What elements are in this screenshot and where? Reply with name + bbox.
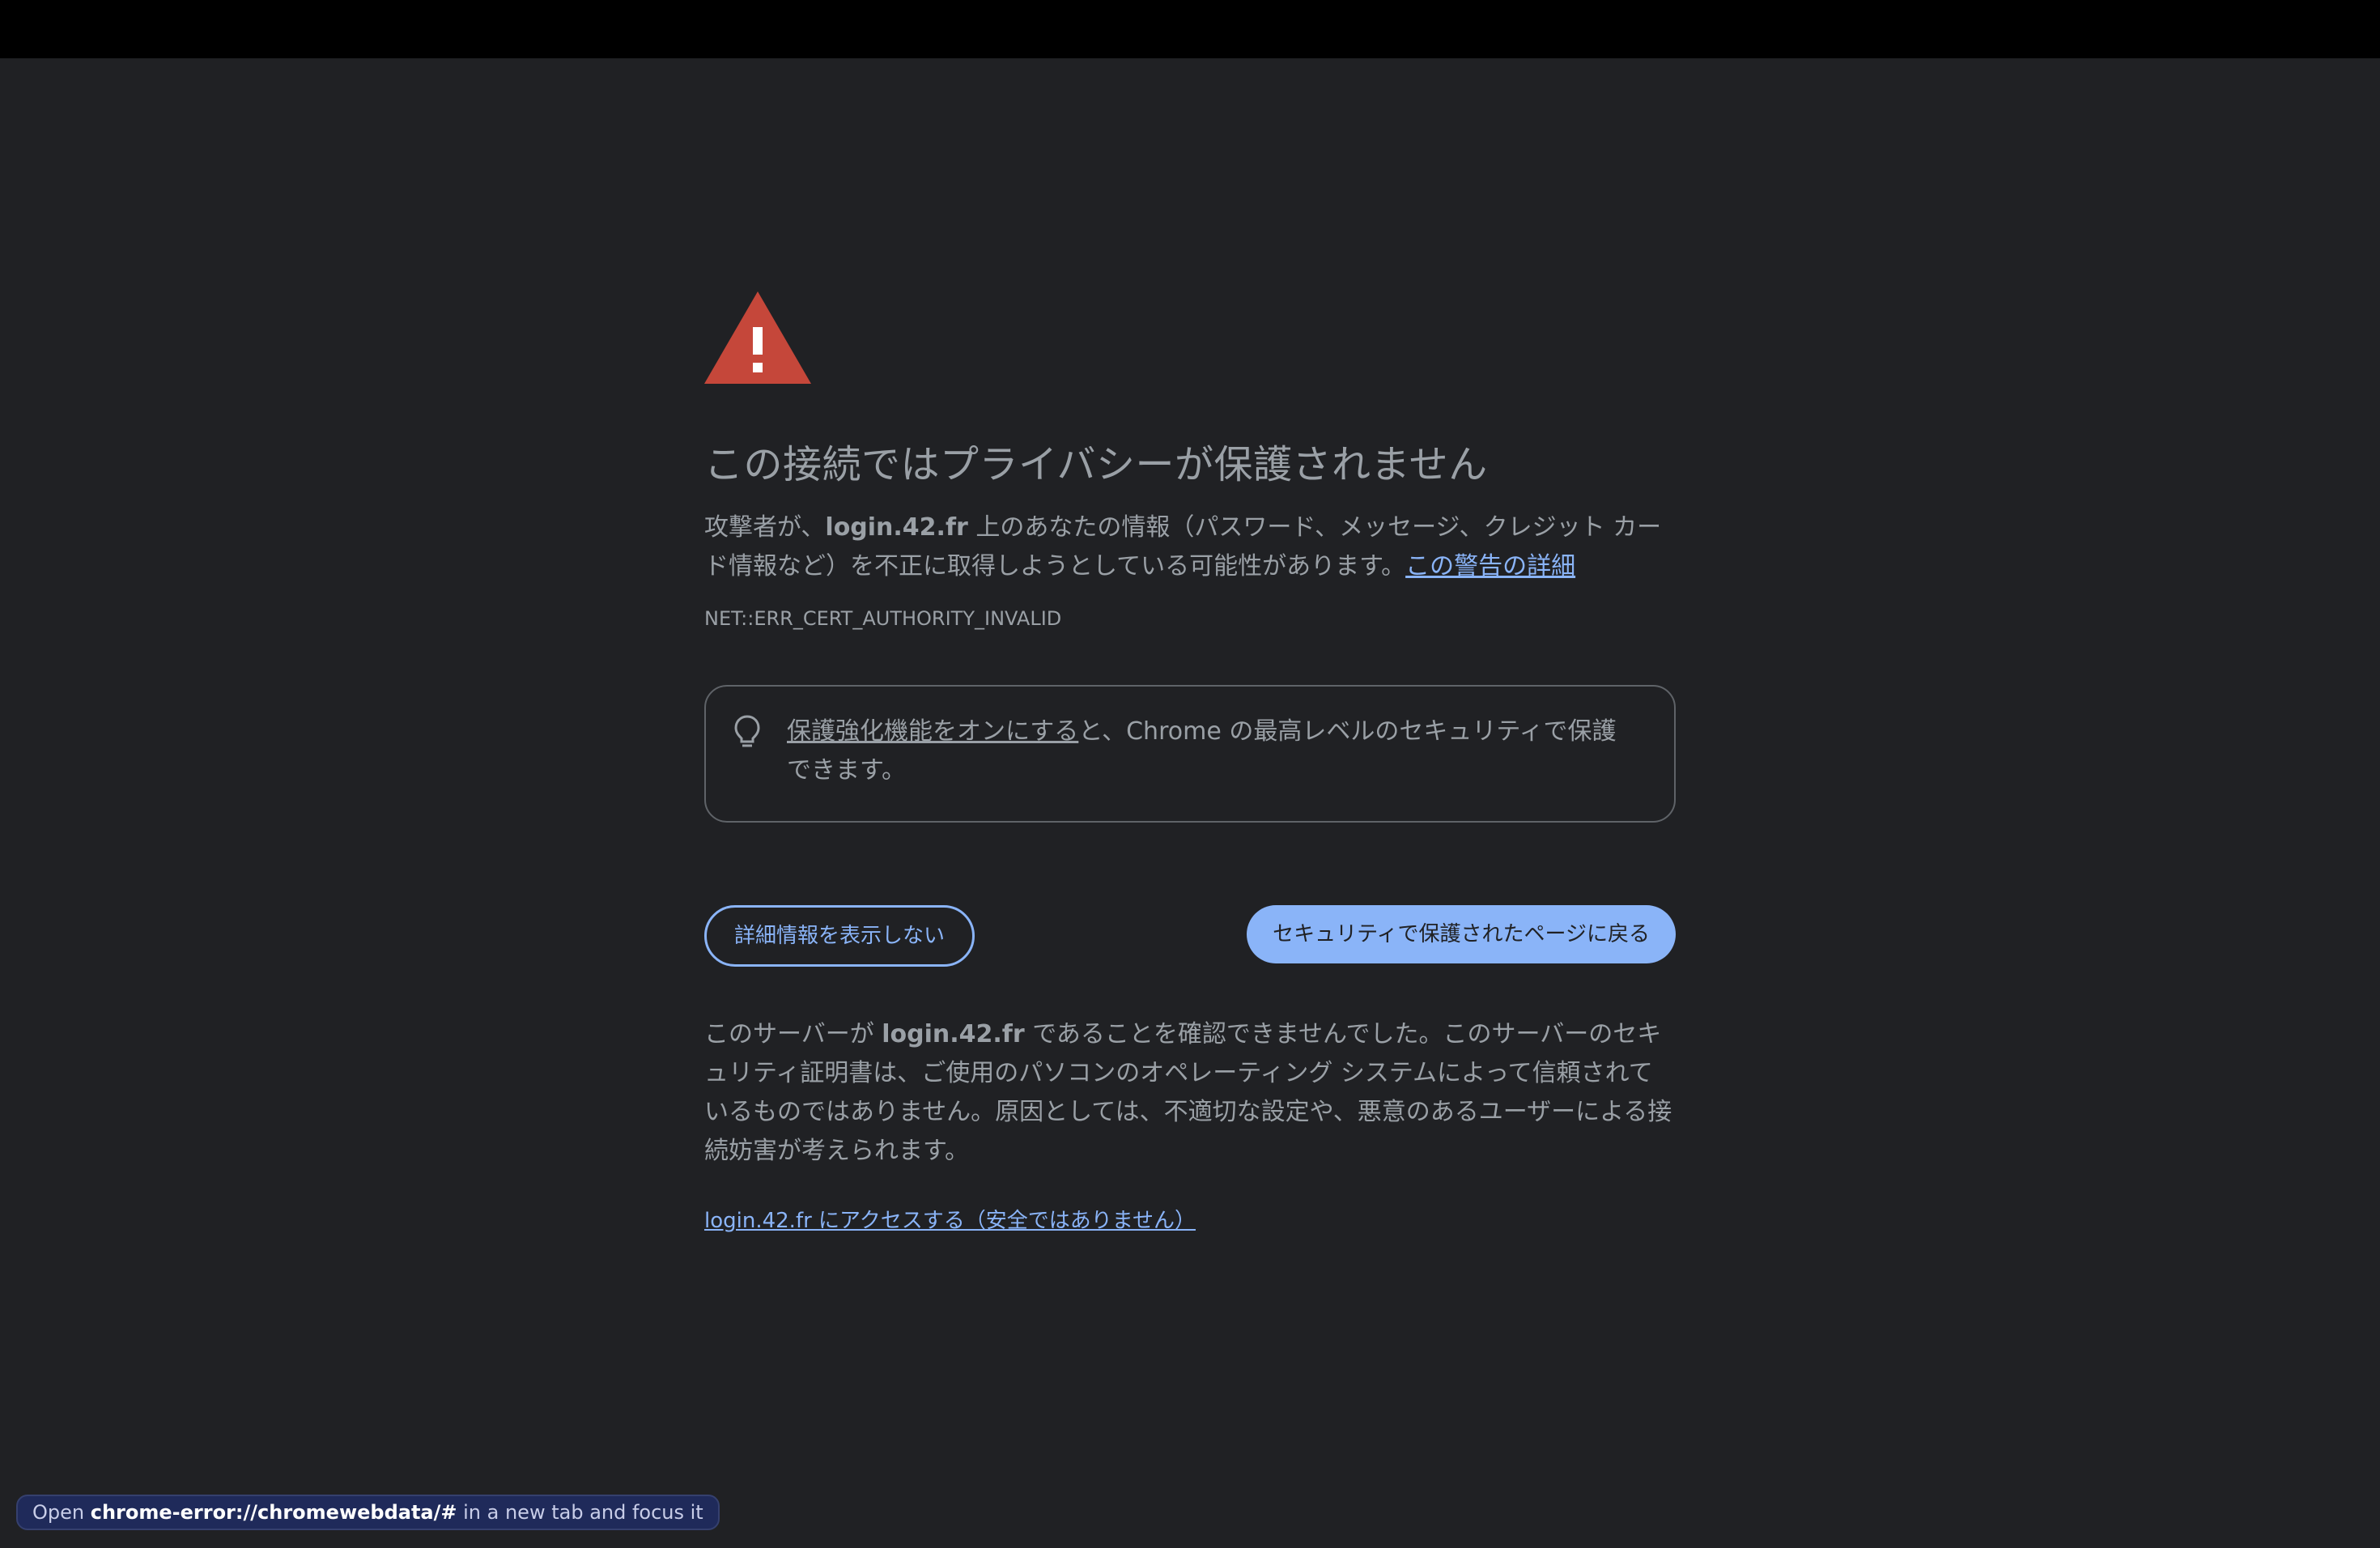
details-message: このサーバーが login.42.fr であることを確認できませんでした。このサ… <box>704 1015 1676 1171</box>
status-bubble-suffix: in a new tab and focus it <box>457 1501 703 1524</box>
main-message-prefix: 攻撃者が、 <box>704 513 826 542</box>
status-bubble-prefix: Open <box>32 1501 91 1524</box>
window-top-bar <box>0 0 2380 58</box>
error-code: NET::ERR_CERT_AUTHORITY_INVALID <box>704 607 1062 630</box>
learn-more-link[interactable]: この警告の詳細 <box>1405 552 1575 580</box>
hide-details-button[interactable]: 詳細情報を表示しない <box>704 905 975 967</box>
back-to-safety-button[interactable]: セキュリティで保護されたページに戻る <box>1247 905 1676 963</box>
status-bubble: Open chrome-error://chromewebdata/# in a… <box>16 1495 720 1530</box>
details-prefix: このサーバーが <box>704 1020 882 1048</box>
button-row: 詳細情報を表示しない セキュリティで保護されたページに戻る <box>704 905 1676 967</box>
interstitial-page: この接続ではプライバシーが保護されません 攻撃者が、login.42.fr 上の… <box>704 291 1676 1235</box>
status-bubble-url: chrome-error://chromewebdata/# <box>90 1501 457 1524</box>
lightbulb-icon <box>734 715 760 747</box>
warning-triangle-icon <box>704 291 811 384</box>
details-host: login.42.fr <box>882 1020 1025 1048</box>
enhanced-protection-link[interactable]: 保護強化機能をオンにする <box>787 717 1078 746</box>
page-title: この接続ではプライバシーが保護されません <box>704 442 1488 487</box>
proceed-unsafe-link[interactable]: login.42.fr にアクセスする（安全ではありません） <box>704 1206 1196 1235</box>
enhanced-protection-message: 保護強化機能をオンにすると、Chrome の最高レベルのセキュリティで保護できま… <box>704 685 1676 823</box>
main-message: 攻撃者が、login.42.fr 上のあなたの情報（パスワード、メッセージ、クレ… <box>704 508 1676 586</box>
main-message-host: login.42.fr <box>825 513 968 542</box>
